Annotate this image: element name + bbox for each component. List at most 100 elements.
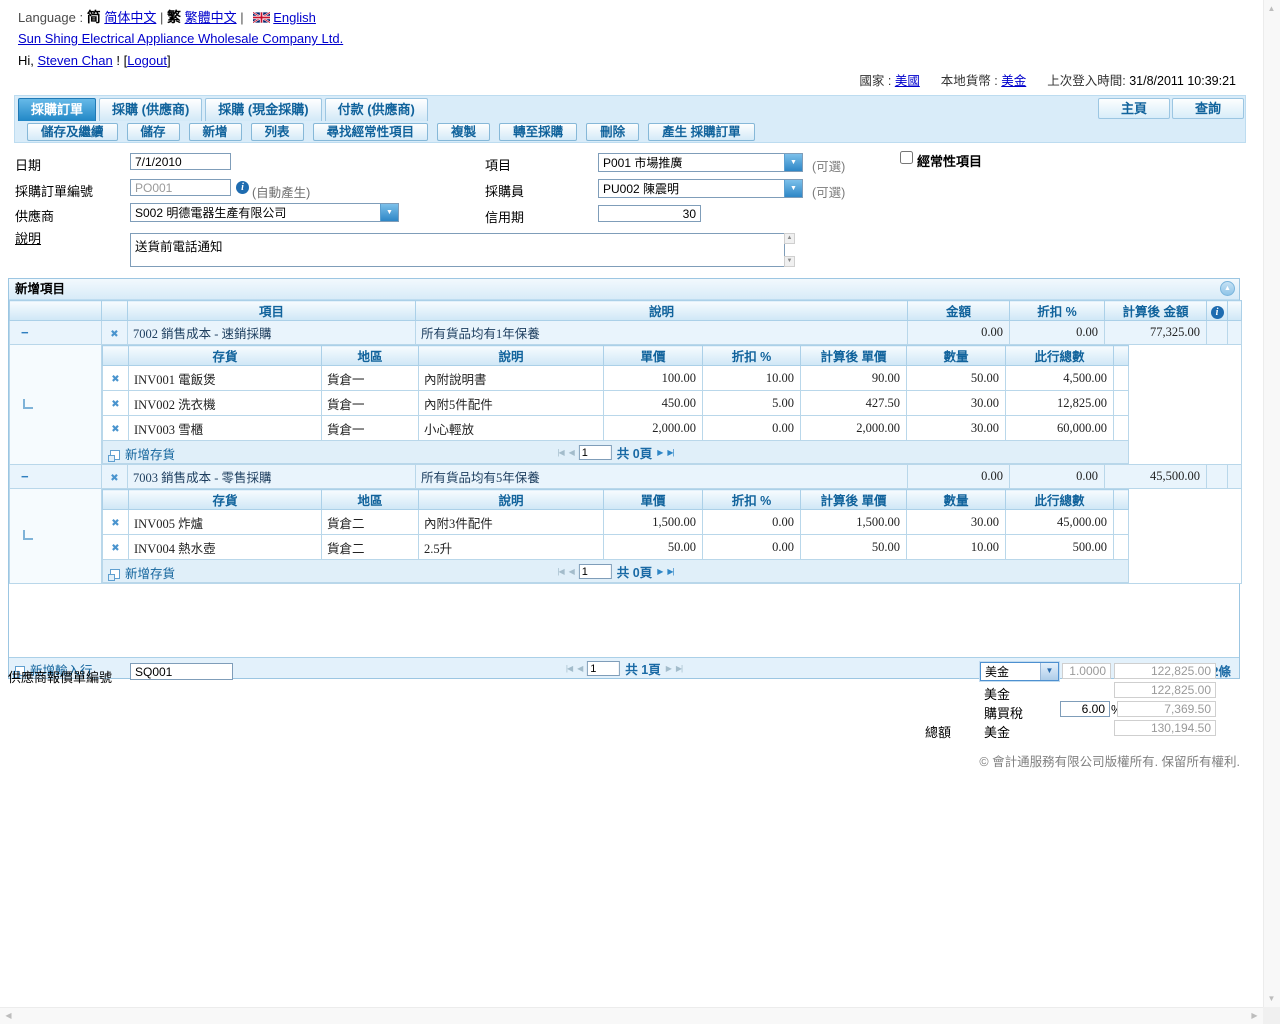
group-discount-cell: 0.00 (1010, 465, 1105, 489)
stock-description-cell[interactable]: 小心輕放 (419, 416, 604, 441)
local-currency-link[interactable]: 美金 (1001, 74, 1026, 88)
lang-english-link[interactable]: English (273, 10, 316, 25)
stock-cell[interactable]: INV001 電飯煲 (129, 366, 322, 391)
company-link[interactable]: Sun Shing Electrical Appliance Wholesale… (18, 31, 343, 46)
toolbar-button-6[interactable]: 轉至採購 (499, 123, 577, 141)
logout-link[interactable]: Logout (127, 53, 167, 68)
area-cell[interactable]: 貨倉一 (322, 416, 419, 441)
group-description-cell[interactable]: 所有貨品均有1年保養 (416, 321, 908, 345)
collapse-group-icon[interactable]: − (11, 325, 29, 340)
purchaser-select[interactable]: PU002 陳震明 ▼ (598, 179, 803, 198)
area-cell[interactable]: 貨倉一 (322, 366, 419, 391)
horizontal-scrollbar[interactable]: ◀ ▶ (0, 1007, 1263, 1024)
description-link[interactable]: 說明 (15, 228, 41, 247)
pager-first-icon[interactable]: |◀ (566, 664, 572, 673)
calc-price-cell: 1,500.00 (801, 510, 907, 535)
pager-page-input[interactable] (579, 445, 612, 460)
collapse-panel-icon[interactable]: ▲ (1220, 281, 1235, 296)
group-item-cell[interactable]: 7003 銷售成本 - 零售採購 (128, 465, 416, 489)
group-description-cell[interactable]: 所有貨品均有5年保養 (416, 465, 908, 489)
pager-next-icon[interactable]: ▶ (666, 664, 671, 673)
pager-prev-icon[interactable]: ◀ (577, 664, 582, 673)
stock-cell[interactable]: INV004 熱水壺 (129, 535, 322, 560)
col-calculated: 計算後 金額 (1105, 301, 1207, 321)
lang-traditional-link[interactable]: 繁體中文 (185, 10, 237, 25)
scroll-down-icon[interactable]: ▼ (1263, 990, 1280, 1007)
description-textarea[interactable]: 送貨前電話通知 (130, 233, 785, 267)
supplier-label: 供應商 (15, 206, 54, 225)
pager-last-icon[interactable]: ▶| (676, 664, 682, 673)
sub-col-area: 地區 (322, 490, 419, 510)
delete-stock-icon[interactable]: ✖ (111, 424, 119, 435)
delete-group-icon[interactable]: ✖ (110, 329, 118, 340)
chevron-down-icon[interactable]: ▼ (380, 204, 398, 221)
toolbar-button-1[interactable]: 儲存 (127, 123, 180, 141)
pager-prev-icon[interactable]: ◀ (569, 567, 574, 576)
delete-stock-icon[interactable]: ✖ (111, 374, 119, 385)
toolbar-button-0[interactable]: 儲存及繼續 (27, 123, 118, 141)
scroll-left-icon[interactable]: ◀ (0, 1007, 17, 1024)
add-stock-link[interactable]: 新增存貨 (110, 563, 175, 582)
supplier-quote-input[interactable] (130, 663, 233, 680)
area-cell[interactable]: 貨倉一 (322, 391, 419, 416)
country-link[interactable]: 美國 (895, 74, 920, 88)
toolbar-button-5[interactable]: 複製 (437, 123, 490, 141)
chevron-down-icon[interactable]: ▼ (784, 180, 802, 197)
pager-first-icon[interactable]: |◀ (557, 567, 563, 576)
delete-stock-icon[interactable]: ✖ (111, 518, 119, 529)
home-button[interactable]: 主頁 (1098, 98, 1170, 119)
tab-3[interactable]: 付款 (供應商) (325, 98, 428, 121)
pager-next-icon[interactable]: ▶ (657, 567, 662, 576)
chevron-down-icon[interactable]: ▼ (784, 154, 802, 171)
stock-cell[interactable]: INV005 炸爐 (129, 510, 322, 535)
pager-last-icon[interactable]: ▶| (667, 567, 673, 576)
pager-next-icon[interactable]: ▶ (657, 448, 662, 457)
pager-prev-icon[interactable]: ◀ (569, 448, 574, 457)
search-button[interactable]: 查詢 (1172, 98, 1244, 119)
tab-2[interactable]: 採購 (現金採購) (205, 98, 321, 121)
recurring-checkbox[interactable] (900, 151, 913, 164)
user-link[interactable]: Steven Chan (38, 53, 113, 68)
scroll-up-icon[interactable]: ▲ (1263, 0, 1280, 17)
date-input[interactable] (130, 153, 231, 170)
stock-description-cell[interactable]: 內附3件配件 (419, 510, 604, 535)
pager-page-input[interactable] (587, 661, 620, 676)
pager-first-icon[interactable]: |◀ (557, 448, 563, 457)
supplier-quote-label: 供應商報價單編號 (8, 667, 112, 686)
pager-last-icon[interactable]: ▶| (667, 448, 673, 457)
stock-description-cell[interactable]: 2.5升 (419, 535, 604, 560)
price-cell: 2,000.00 (604, 416, 703, 441)
chevron-down-icon[interactable]: ▼ (1040, 663, 1058, 680)
lang-simplified-link[interactable]: 简体中文 (104, 10, 156, 25)
scroll-up-icon[interactable]: ▲ (784, 233, 795, 244)
toolbar-button-4[interactable]: 尋找經常性項目 (313, 123, 429, 141)
pager-page-input[interactable] (579, 564, 612, 579)
stock-description-cell[interactable]: 內附5件配件 (419, 391, 604, 416)
scroll-right-icon[interactable]: ▶ (1246, 1007, 1263, 1024)
vertical-scrollbar[interactable]: ▲ ▼ (1263, 0, 1280, 1007)
delete-stock-icon[interactable]: ✖ (111, 399, 119, 410)
delete-stock-icon[interactable]: ✖ (111, 543, 119, 554)
collapse-group-icon[interactable]: − (11, 469, 29, 484)
add-stock-link[interactable]: 新增存貨 (110, 444, 175, 463)
currency-select[interactable]: 美金 ▼ (980, 662, 1059, 681)
tax-rate-input[interactable] (1060, 701, 1110, 717)
delete-group-icon[interactable]: ✖ (110, 473, 118, 484)
group-item-cell[interactable]: 7002 銷售成本 - 速銷採購 (128, 321, 416, 345)
area-cell[interactable]: 貨倉二 (322, 510, 419, 535)
toolbar-button-8[interactable]: 產生 採購訂單 (648, 123, 754, 141)
stock-description-cell[interactable]: 內附說明書 (419, 366, 604, 391)
tab-1[interactable]: 採購 (供應商) (99, 98, 202, 121)
scroll-down-icon[interactable]: ▼ (784, 256, 795, 267)
credit-period-input[interactable] (598, 205, 701, 222)
toolbar-button-3[interactable]: 列表 (251, 123, 304, 141)
stock-cell[interactable]: INV002 洗衣機 (129, 391, 322, 416)
items-panel-header: 新增項目 ▲ (9, 279, 1239, 300)
area-cell[interactable]: 貨倉二 (322, 535, 419, 560)
toolbar-button-2[interactable]: 新增 (189, 123, 242, 141)
project-select[interactable]: P001 市場推廣 ▼ (598, 153, 803, 172)
toolbar-button-7[interactable]: 刪除 (586, 123, 639, 141)
supplier-select[interactable]: S002 明德電器生產有限公司 ▼ (130, 203, 399, 222)
tab-0[interactable]: 採購訂單 (18, 98, 96, 121)
stock-cell[interactable]: INV003 雪櫃 (129, 416, 322, 441)
